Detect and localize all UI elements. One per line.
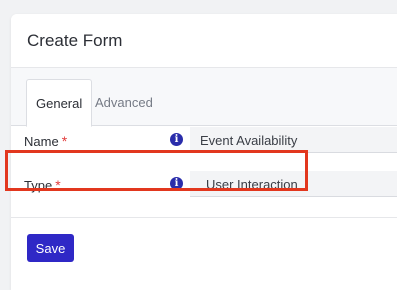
tab-advanced[interactable]: Advanced [86,79,162,127]
divider [11,217,397,218]
save-button[interactable]: Save [27,234,74,262]
tab-general[interactable]: General [26,79,93,127]
name-label: Name * [24,133,67,149]
tab-bar: General Advanced [11,68,397,127]
required-marker: * [55,177,61,193]
type-label: Type * [24,177,61,193]
info-icon[interactable]: i [170,177,183,190]
name-field[interactable]: Event Availability [190,127,397,153]
card-header: Create Form [11,14,397,68]
type-row: Type * i User Interaction [11,168,397,202]
page-title: Create Form [27,31,123,50]
type-select[interactable]: User Interaction [190,171,397,197]
info-icon[interactable]: i [170,133,183,146]
required-marker: * [61,133,68,149]
name-label-text: Name [24,134,59,149]
name-row: Name * i Event Availability [11,124,397,158]
type-label-text: Type [24,178,53,193]
create-form-card: Create Form General Advanced Name * i Eve… [11,14,397,290]
